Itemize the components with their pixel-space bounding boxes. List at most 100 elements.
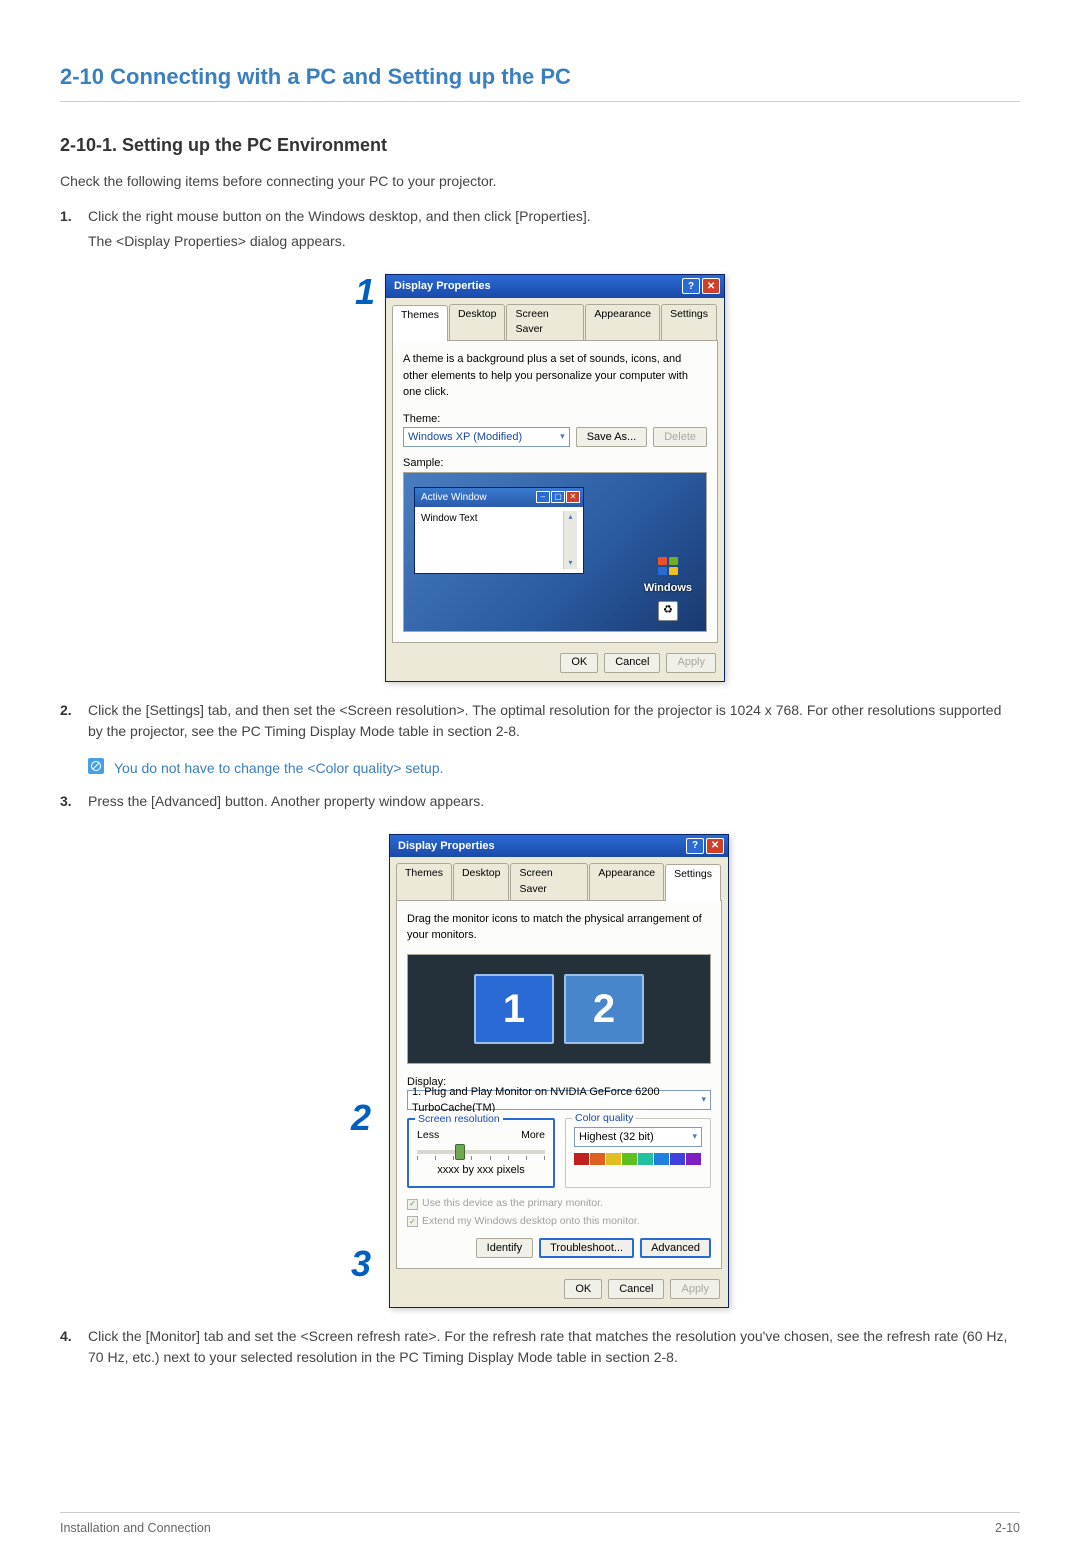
tab-panel-themes: A theme is a background plus a set of so…	[392, 340, 718, 643]
cancel-button[interactable]: Cancel	[608, 1279, 664, 1299]
tab-strip: Themes Desktop Screen Saver Appearance S…	[390, 857, 728, 900]
step-1-line2: The <Display Properties> dialog appears.	[88, 231, 1020, 252]
minimize-icon: –	[536, 491, 550, 503]
step-4-number: 4.	[60, 1326, 88, 1372]
resolution-slider[interactable]	[417, 1150, 545, 1154]
tab-desktop[interactable]: Desktop	[453, 863, 510, 900]
maximize-icon: ▢	[551, 491, 565, 503]
delete-button: Delete	[653, 427, 707, 447]
sample-window-text: Window Text	[421, 511, 478, 569]
color-spectrum-icon	[574, 1153, 702, 1165]
tab-panel-settings: Drag the monitor icons to match the phys…	[396, 900, 722, 1269]
note-icon	[88, 758, 104, 774]
tab-settings[interactable]: Settings	[665, 864, 721, 901]
save-as-button[interactable]: Save As...	[576, 427, 648, 447]
troubleshoot-button[interactable]: Troubleshoot...	[539, 1238, 634, 1258]
checkbox-icon: ✓	[407, 1216, 418, 1227]
slider-less-label: Less	[417, 1128, 439, 1144]
step-2: 2. Click the [Settings] tab, and then se…	[60, 700, 1020, 746]
tab-screensaver[interactable]: Screen Saver	[510, 863, 588, 900]
chevron-down-icon: ▾	[560, 430, 565, 444]
step-1-number: 1.	[60, 206, 88, 256]
monitor-1-icon[interactable]: 1	[474, 974, 554, 1044]
step-2-number: 2.	[60, 700, 88, 746]
ok-button[interactable]: OK	[564, 1279, 602, 1299]
tab-themes[interactable]: Themes	[392, 305, 448, 342]
apply-button: Apply	[670, 1279, 720, 1299]
chevron-down-icon: ▾	[692, 1130, 697, 1144]
help-icon[interactable]: ?	[682, 278, 700, 294]
dialog-titlebar: Display Properties ? ✕	[390, 835, 728, 858]
sub-title: 2-10-1. Setting up the PC Environment	[60, 132, 1020, 159]
sample-window-title: Active Window	[421, 490, 487, 505]
tab-themes[interactable]: Themes	[396, 863, 452, 900]
page-footer: Installation and Connection 2-10	[60, 1512, 1020, 1538]
color-quality-group: Color quality Highest (32 bit) ▾	[565, 1118, 711, 1188]
identify-button[interactable]: Identify	[476, 1238, 533, 1258]
figure-2: 2 3 Display Properties ? ✕ Themes Deskto…	[60, 834, 1020, 1308]
footer-right: 2-10	[995, 1519, 1020, 1538]
step-3: 3. Press the [Advanced] button. Another …	[60, 791, 1020, 816]
color-quality-select[interactable]: Highest (32 bit) ▾	[574, 1127, 702, 1147]
primary-monitor-label: Use this device as the primary monitor.	[422, 1196, 603, 1212]
step-4: 4. Click the [Monitor] tab and set the <…	[60, 1326, 1020, 1372]
callout-2: 2	[351, 1100, 381, 1142]
step-4-text: Click the [Monitor] tab and set the <Scr…	[88, 1326, 1020, 1368]
screen-resolution-group: Screen resolution Less More xxxx by xxx …	[407, 1118, 555, 1188]
extend-desktop-label: Extend my Windows desktop onto this moni…	[422, 1214, 640, 1230]
close-icon: ✕	[566, 491, 580, 503]
color-quality-value: Highest (32 bit)	[579, 1129, 654, 1146]
scrollbar-icon: ▴▾	[563, 511, 577, 569]
extend-desktop-checkbox-row: ✓ Extend my Windows desktop onto this mo…	[407, 1214, 711, 1230]
tab-strip: Themes Desktop Screen Saver Appearance S…	[386, 298, 724, 341]
monitor-2-icon[interactable]: 2	[564, 974, 644, 1044]
dialog-display-properties-themes: Display Properties ? ✕ Themes Desktop Sc…	[385, 274, 725, 682]
theme-description: A theme is a background plus a set of so…	[403, 351, 707, 401]
note-text: You do not have to change the <Color qua…	[114, 758, 444, 779]
theme-label: Theme:	[403, 411, 707, 428]
windows-logo-text: Windows	[644, 580, 692, 597]
step-1: 1. Click the right mouse button on the W…	[60, 206, 1020, 256]
monitor-arrangement[interactable]: 1 2	[407, 954, 711, 1064]
callout-1: 1	[355, 274, 385, 310]
sample-label: Sample:	[403, 455, 707, 472]
checkbox-icon: ✓	[407, 1199, 418, 1210]
display-select[interactable]: 1. Plug and Play Monitor on NVIDIA GeFor…	[407, 1090, 711, 1110]
primary-monitor-checkbox-row: ✓ Use this device as the primary monitor…	[407, 1196, 711, 1212]
color-quality-label: Color quality	[572, 1111, 636, 1127]
step-3-text: Press the [Advanced] button. Another pro…	[88, 791, 1020, 812]
windows-logo: Windows ♻	[644, 556, 692, 621]
figure-1: 1 Display Properties ? ✕ Themes Desktop …	[60, 274, 1020, 682]
close-icon[interactable]: ✕	[702, 278, 720, 294]
theme-sample-preview: Active Window – ▢ ✕ Window Text ▴▾	[403, 472, 707, 632]
resolution-value: xxxx by xxx pixels	[417, 1162, 545, 1179]
close-icon[interactable]: ✕	[706, 838, 724, 854]
tab-appearance[interactable]: Appearance	[585, 304, 660, 341]
tab-desktop[interactable]: Desktop	[449, 304, 506, 341]
dialog-titlebar: Display Properties ? ✕	[386, 275, 724, 298]
intro-text: Check the following items before connect…	[60, 171, 1020, 192]
dialog-display-properties-settings: Display Properties ? ✕ Themes Desktop Sc…	[389, 834, 729, 1308]
dialog-title: Display Properties	[398, 838, 495, 855]
step-2-text: Click the [Settings] tab, and then set t…	[88, 700, 1020, 742]
tab-appearance[interactable]: Appearance	[589, 863, 664, 900]
dialog-title: Display Properties	[394, 278, 491, 295]
windows-flag-icon	[657, 556, 679, 576]
step-3-number: 3.	[60, 791, 88, 816]
screen-resolution-label: Screen resolution	[415, 1112, 503, 1128]
ok-button[interactable]: OK	[560, 653, 598, 673]
drag-instruction: Drag the monitor icons to match the phys…	[407, 911, 711, 944]
theme-select-value: Windows XP (Modified)	[408, 429, 522, 446]
tab-screensaver[interactable]: Screen Saver	[506, 304, 584, 341]
tab-settings[interactable]: Settings	[661, 304, 717, 341]
help-icon[interactable]: ?	[686, 838, 704, 854]
note-row: You do not have to change the <Color qua…	[88, 758, 1020, 779]
sample-active-window: Active Window – ▢ ✕ Window Text ▴▾	[414, 487, 584, 574]
apply-button: Apply	[666, 653, 716, 673]
section-title: 2-10 Connecting with a PC and Setting up…	[60, 60, 1020, 102]
chevron-down-icon: ▾	[701, 1093, 706, 1107]
cancel-button[interactable]: Cancel	[604, 653, 660, 673]
advanced-button[interactable]: Advanced	[640, 1238, 711, 1258]
callout-3: 3	[351, 1246, 381, 1288]
theme-select[interactable]: Windows XP (Modified) ▾	[403, 427, 570, 447]
